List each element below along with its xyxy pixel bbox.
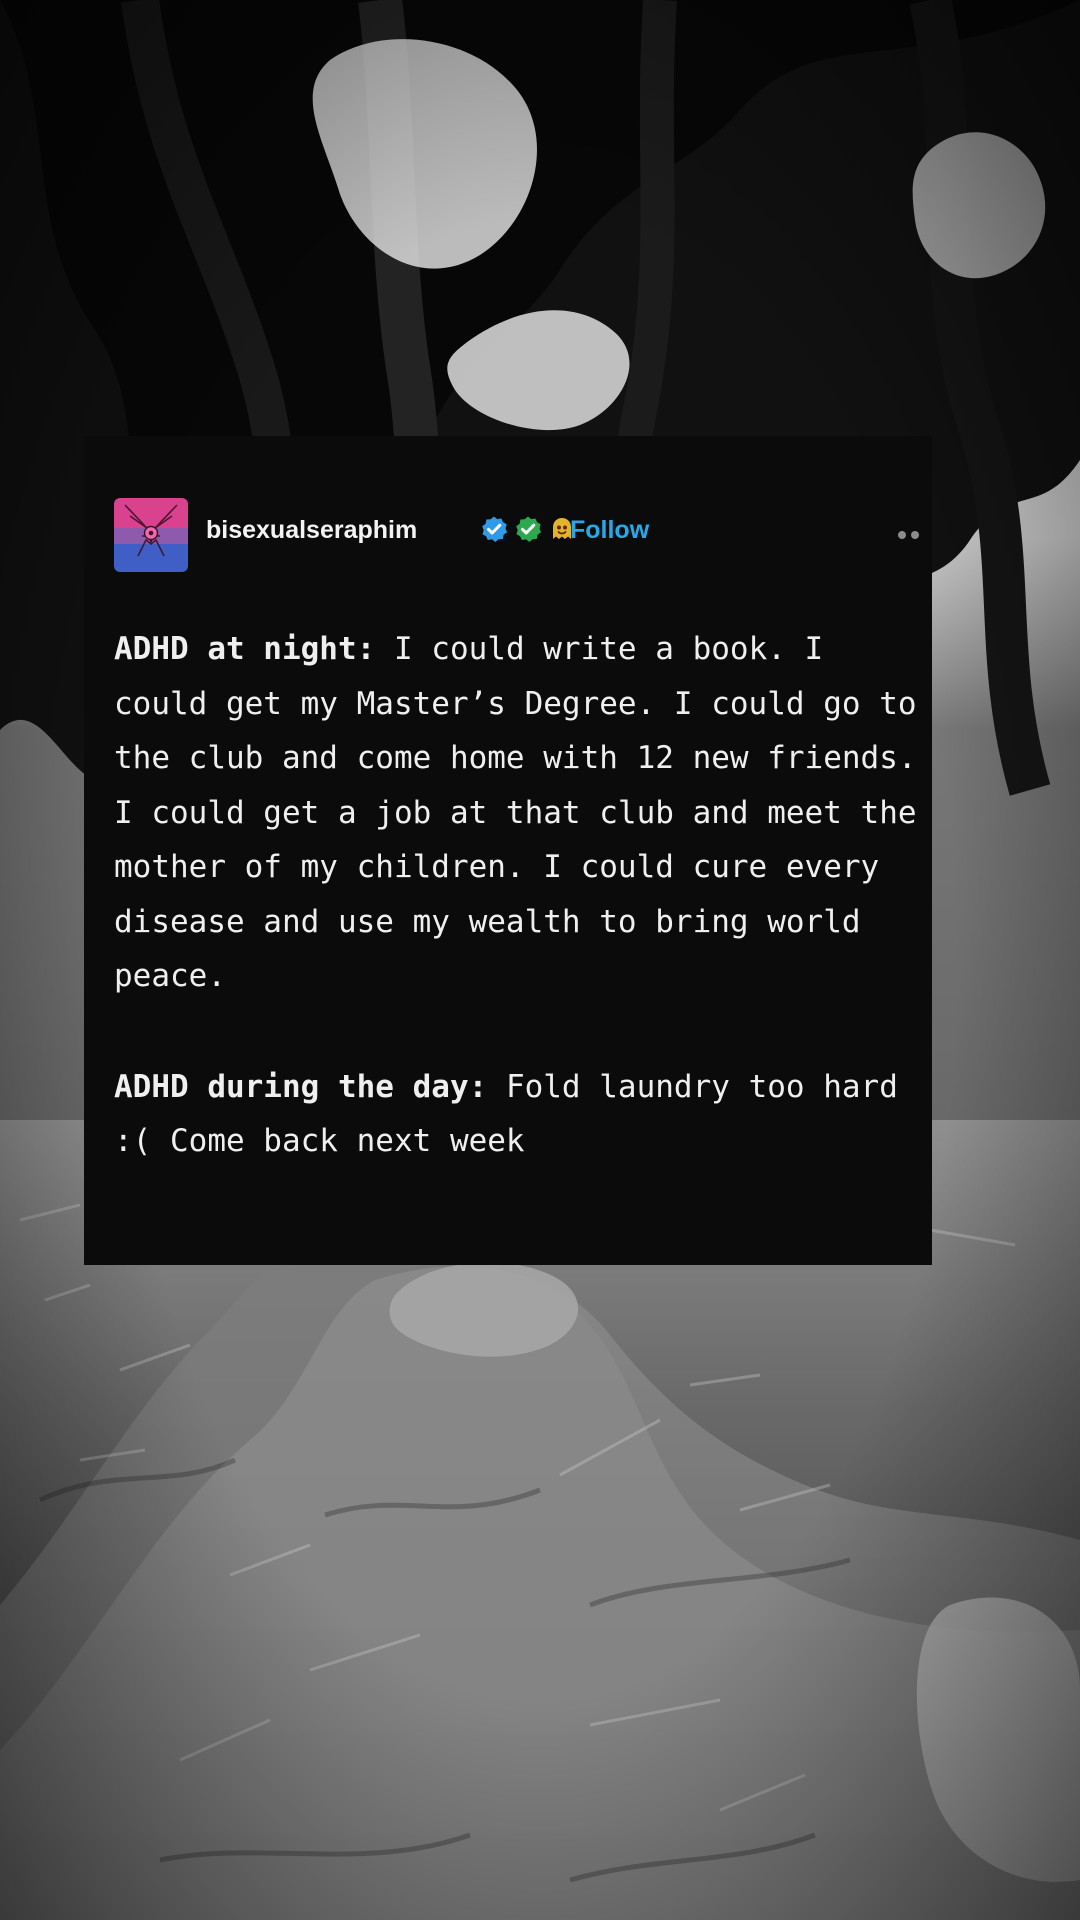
post-header: bisexualseraphim Follow	[114, 498, 932, 572]
badge-row	[480, 515, 576, 543]
username[interactable]: bisexualseraphim	[206, 518, 417, 543]
follow-button[interactable]: Follow	[570, 518, 649, 543]
avatar-icon[interactable]	[114, 498, 188, 572]
green-verified-badge-icon	[514, 515, 542, 543]
day-label: ADHD during the day:	[114, 1068, 488, 1105]
more-options-icon[interactable]	[898, 528, 932, 542]
post-card: bisexualseraphim Follow ADHD at night: I…	[84, 436, 932, 1265]
day-paragraph: ADHD during the day: Fold laundry too ha…	[114, 1060, 924, 1169]
post-body: ADHD at night: I could write a book. I c…	[114, 622, 924, 1169]
blue-verified-badge-icon	[480, 515, 508, 543]
night-text: I could write a book. I could get my Mas…	[114, 631, 917, 994]
night-label: ADHD at night:	[114, 631, 376, 667]
night-paragraph: ADHD at night: I could write a book. I c…	[114, 622, 924, 1004]
